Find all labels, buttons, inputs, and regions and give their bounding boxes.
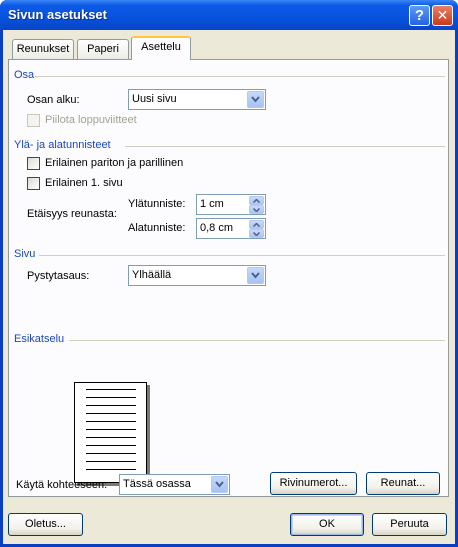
title-bar[interactable]: Sivun asetukset ? ✕ (0, 0, 458, 30)
vertical-alignment-select[interactable]: Ylhäällä (128, 265, 266, 286)
preview-line (86, 429, 136, 430)
preview-line (86, 397, 136, 398)
dialog-body: Reunukset Paperi Asettelu Osa Osan alku:… (3, 30, 455, 544)
tab-layout[interactable]: Asettelu (131, 36, 191, 60)
default-button[interactable]: Oletus... (8, 513, 83, 536)
odd-even-checkbox[interactable] (27, 157, 40, 170)
distance-from-edge-label: Etäisyys reunasta: (27, 208, 117, 220)
spin-down-icon[interactable] (249, 229, 264, 238)
section-divider (35, 76, 445, 77)
footer-distance-value: 0,8 cm (200, 222, 234, 234)
preview-line (86, 445, 136, 446)
preview-group-title: Esikatselu (14, 333, 65, 345)
footer-distance-spinner[interactable]: 0,8 cm (196, 218, 266, 239)
apply-to-select[interactable]: Tässä osassa (119, 474, 230, 495)
page-preview (74, 382, 147, 483)
chevron-down-icon[interactable] (247, 267, 264, 284)
close-button[interactable]: ✕ (432, 5, 453, 26)
ok-button-label: OK (319, 518, 335, 530)
section-start-label: Osan alku: (27, 94, 80, 106)
tab-layout-label: Asettelu (141, 41, 181, 53)
spin-up-icon[interactable] (249, 220, 264, 229)
help-button[interactable]: ? (409, 5, 430, 26)
first-page-checkbox[interactable] (27, 177, 40, 190)
preview-line (86, 389, 136, 390)
preview-line (86, 453, 136, 454)
apply-to-label: Käytä kohteeseen: (16, 479, 108, 491)
footer-distance-label: Alatunniste: (128, 222, 186, 234)
section-start-value: Uusi sivu (132, 93, 177, 105)
header-distance-spinner[interactable]: 1 cm (196, 194, 266, 215)
window-title: Sivun asetukset (8, 7, 107, 22)
preview-line (86, 437, 136, 438)
hide-endnotes-label: Piilota loppuviitteet (45, 114, 137, 126)
preview-line (86, 413, 136, 414)
page-setup-dialog: Sivun asetukset ? ✕ Reunukset Paperi Ase… (0, 0, 458, 547)
cancel-button[interactable]: Peruuta (372, 513, 447, 536)
header-distance-label: Ylätunniste: (128, 198, 186, 210)
help-icon: ? (414, 7, 425, 24)
vertical-alignment-value: Ylhäällä (132, 269, 172, 281)
preview-line (86, 461, 136, 462)
spin-up-icon[interactable] (249, 196, 264, 205)
default-button-label: Oletus... (25, 518, 66, 530)
tab-panel-layout: Osa Osan alku: Uusi sivu Piilota loppuvi… (8, 59, 449, 497)
ok-button[interactable]: OK (290, 513, 364, 536)
first-page-label: Erilainen 1. sivu (45, 177, 123, 189)
preview-divider (69, 340, 445, 341)
chevron-down-icon[interactable] (211, 476, 228, 493)
header-distance-value: 1 cm (200, 198, 224, 210)
page-group-title: Sivu (14, 248, 36, 260)
spin-down-icon[interactable] (249, 205, 264, 214)
section-start-select[interactable]: Uusi sivu (128, 89, 266, 110)
line-numbers-button[interactable]: Rivinumerot... (270, 472, 357, 495)
tab-paper[interactable]: Paperi (77, 39, 129, 59)
borders-button[interactable]: Reunat... (366, 472, 440, 495)
section-group-title: Osa (14, 69, 35, 81)
preview-line (86, 421, 136, 422)
tab-margins[interactable]: Reunukset (12, 39, 74, 59)
cancel-button-label: Peruuta (390, 518, 429, 530)
preview-line (86, 469, 136, 470)
tab-margins-label: Reunukset (16, 43, 70, 55)
odd-even-label: Erilainen pariton ja parillinen (45, 157, 184, 169)
tab-paper-label: Paperi (87, 43, 119, 55)
borders-button-label: Reunat... (380, 477, 426, 489)
apply-to-value: Tässä osassa (123, 478, 191, 490)
chevron-down-icon[interactable] (247, 91, 264, 108)
line-numbers-button-label: Rivinumerot... (279, 477, 348, 489)
headers-footers-divider (125, 146, 445, 147)
headers-footers-group-title: Ylä- ja alatunnisteet (14, 139, 111, 151)
vertical-alignment-label: Pystytasaus: (27, 270, 90, 282)
preview-line (86, 405, 136, 406)
hide-endnotes-checkbox[interactable] (27, 114, 40, 127)
close-icon: ✕ (436, 7, 449, 23)
page-divider (39, 255, 445, 256)
